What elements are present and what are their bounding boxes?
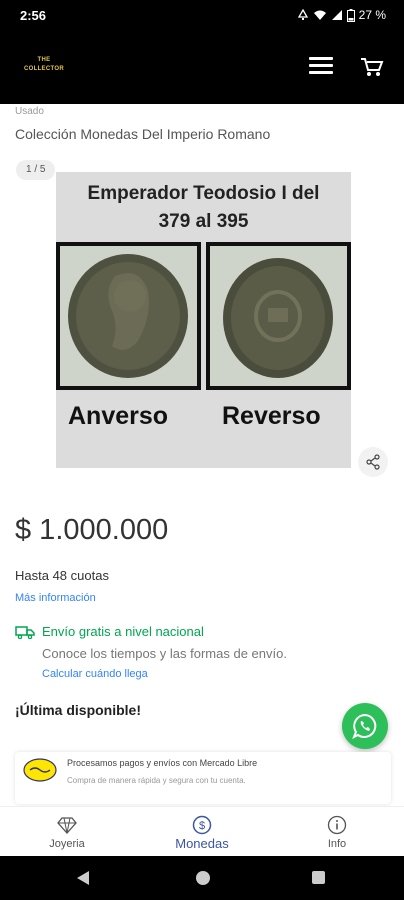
coin-dollar-icon: $ [192,815,212,835]
whatsapp-button[interactable] [342,703,388,749]
nav-item-joyeria[interactable]: Joyeria [0,807,134,857]
recent-apps-icon[interactable] [312,871,325,884]
nav-item-info[interactable]: Info [270,807,404,857]
image-title-line-1: Emperador Teodosio I del [87,183,320,204]
reverse-coin-image [206,242,351,390]
calculate-delivery-link[interactable]: Calcular cuándo llega [42,668,148,680]
store-logo[interactable]: THE COLLECTOR [20,56,68,78]
truck-icon [15,626,35,639]
image-title: Emperador Teodosio I del 379 al 395 [56,180,351,236]
wifi-icon [313,10,326,20]
stock-label: ¡Última disponible! [15,702,141,718]
whatsapp-icon [352,713,377,739]
battery-level: 27 % [358,8,386,22]
mercado-libre-logo [23,758,57,782]
mercado-libre-subtitle: Compra de manera rápida y segura con tu … [67,776,246,785]
logo-line-1: THE [37,57,51,63]
installments-text: Hasta 48 cuotas [15,568,109,583]
logo-line-2: COLLECTOR [24,66,64,72]
back-icon[interactable] [77,871,89,885]
obverse-label: Anverso [68,402,169,430]
nav-item-monedas[interactable]: $ Monedas [135,807,269,857]
image-title-line-2: 379 al 395 [158,211,249,232]
shipping-subtitle: Conoce los tiempos y las formas de envío… [42,646,287,661]
product-image[interactable]: Emperador Teodosio I del 379 al 395 Anve… [56,172,351,468]
status-time: 2:56 [20,8,47,23]
share-icon [366,454,380,470]
condition-label: Usado [15,106,44,117]
svg-text:$: $ [199,820,205,832]
nav-label-info: Info [327,838,347,850]
notification-icon [297,9,308,20]
info-icon [327,815,347,835]
nav-label-joyeria: Joyeria [49,838,85,850]
free-shipping-title: Envío gratis a nivel nacional [42,624,204,639]
mercado-libre-card: Procesamos pagos y envíos con Mercado Li… [15,752,391,804]
bottom-navigation: Joyeria $ Monedas Info [0,806,404,857]
cart-icon[interactable] [360,56,384,78]
status-icons: 27 % [297,8,386,22]
obverse-coin-image [56,242,201,390]
battery-icon [346,8,355,22]
system-navigation-bar [0,856,404,900]
product-title: Colección Monedas Del Imperio Romano [15,126,271,142]
mercado-libre-title: Procesamos pagos y envíos con Mercado Li… [67,758,258,768]
app-bar: THE COLLECTOR [0,32,404,104]
price: $ 1.000.000 [15,514,169,546]
share-button[interactable] [358,447,388,477]
signal-icon [331,10,342,20]
nav-label-monedas: Monedas [175,836,229,851]
more-info-link[interactable]: Más información [15,592,96,604]
reverse-label: Reverso [222,402,321,430]
home-icon[interactable] [196,871,210,885]
hamburger-menu-icon[interactable] [309,57,333,75]
status-bar: 2:56 27 % [0,0,404,32]
diamond-icon [57,817,77,834]
image-counter: 1 / 5 [16,160,56,180]
